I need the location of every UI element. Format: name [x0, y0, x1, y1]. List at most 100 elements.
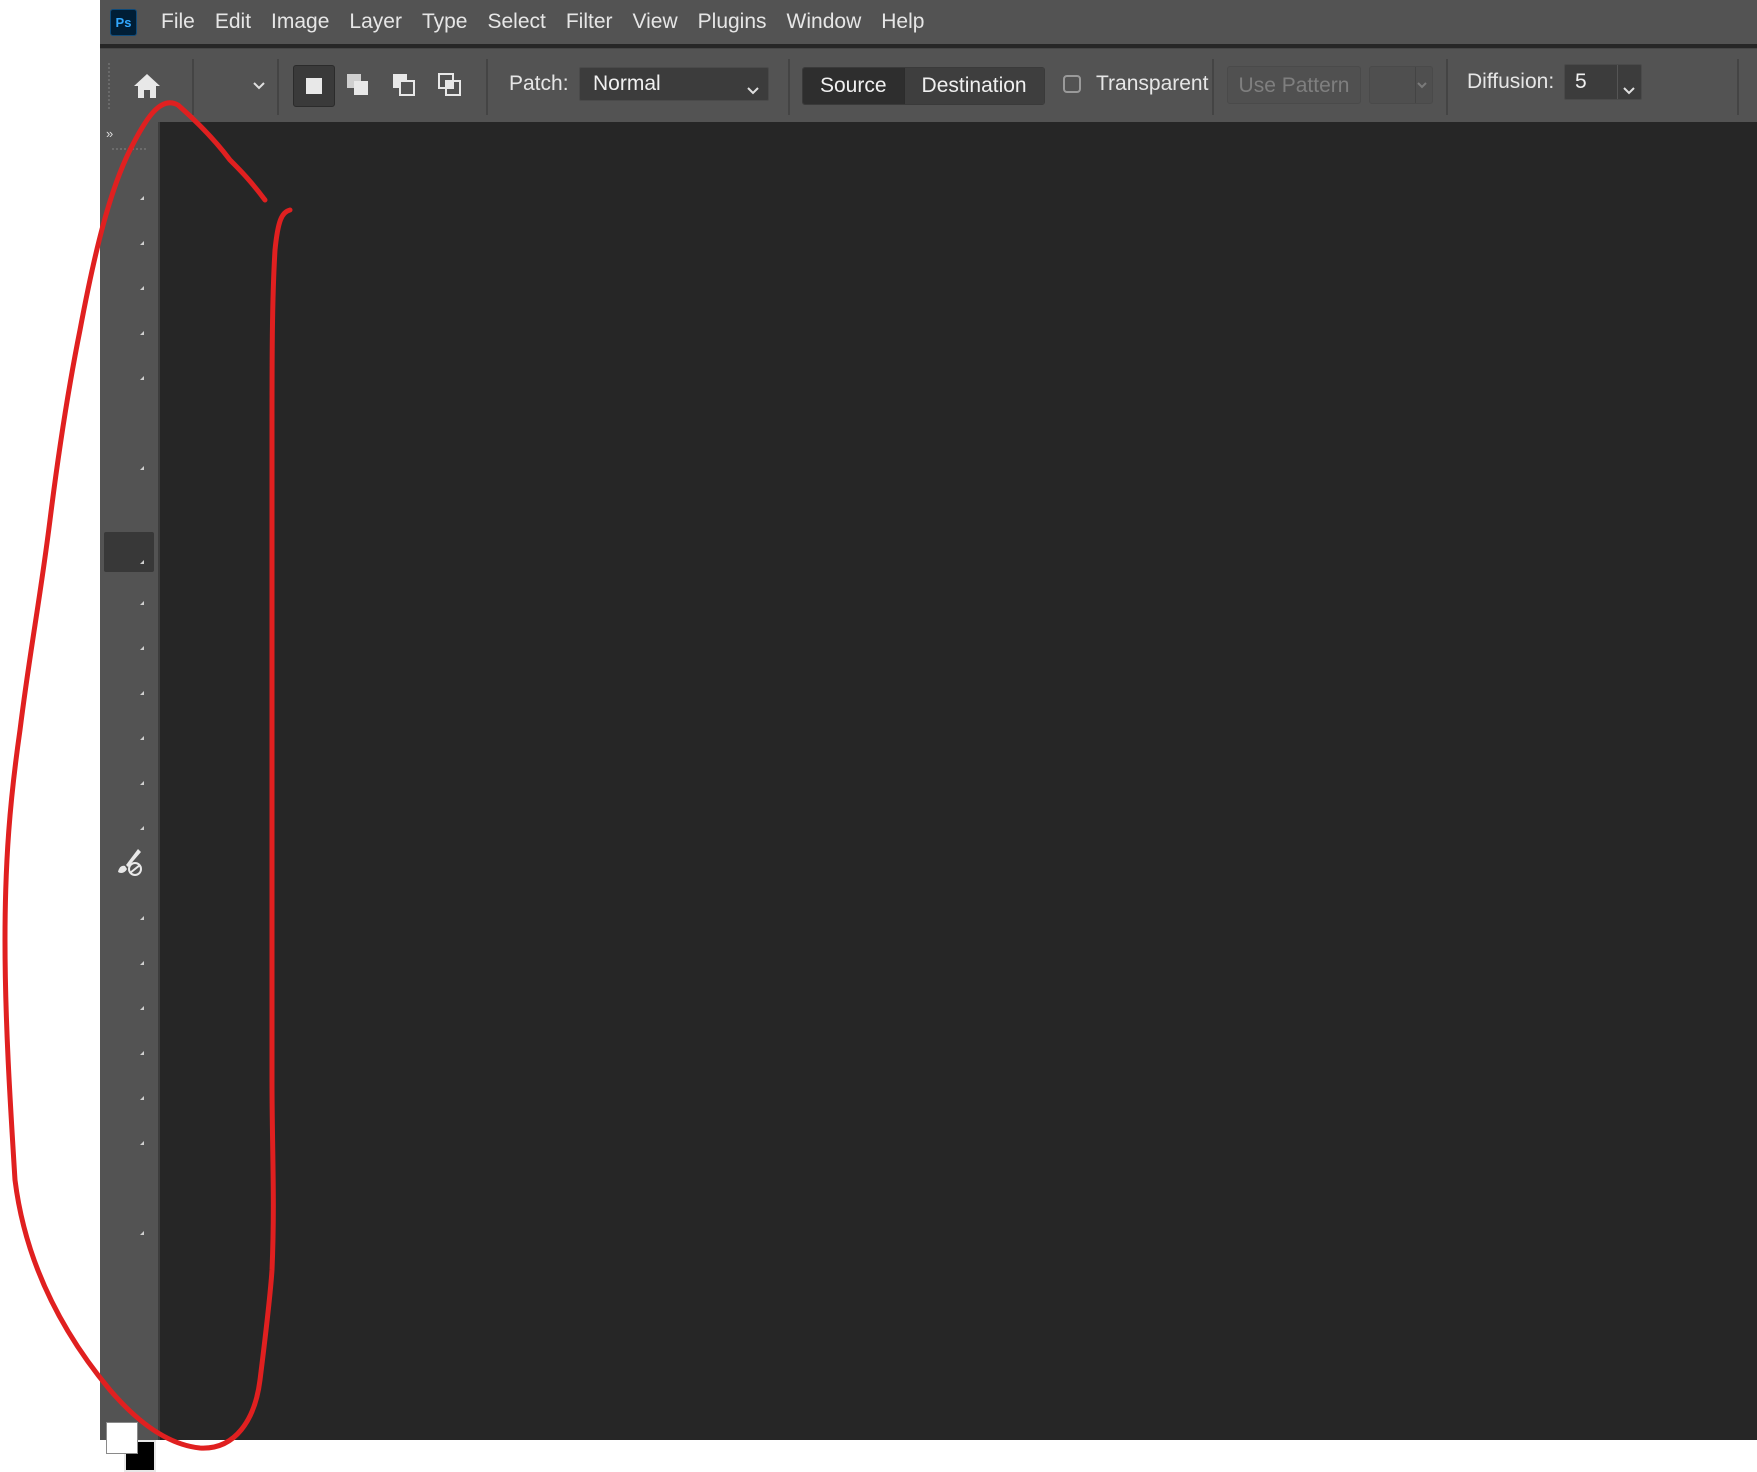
tool-slot[interactable] [104, 1023, 154, 1063]
separator [1446, 59, 1448, 115]
home-icon [134, 74, 160, 98]
menu-window[interactable]: Window [777, 0, 872, 44]
add-to-selection-icon [347, 74, 368, 95]
tool-group-indicator [140, 1141, 144, 1145]
tool-slot[interactable] [104, 708, 154, 748]
tool-preset-dropdown[interactable] [248, 75, 270, 97]
diffusion-input[interactable]: 5 [1564, 64, 1642, 100]
tool-slot[interactable] [104, 663, 154, 703]
tool-group-indicator [140, 601, 144, 605]
patch-mode-select[interactable]: Normal [579, 67, 769, 101]
menu-type[interactable]: Type [412, 0, 478, 44]
chevron-down-icon [1417, 82, 1427, 89]
menu-layer[interactable]: Layer [339, 0, 412, 44]
menu-edit[interactable]: Edit [205, 0, 261, 44]
transparent-label: Transparent [1096, 72, 1209, 95]
color-swatches [106, 1422, 156, 1472]
separator [277, 59, 279, 115]
source-button[interactable]: Source [803, 68, 904, 104]
tool-group-indicator [140, 736, 144, 740]
separator [192, 59, 194, 115]
options-bar: Patch: Normal Source Destination Transpa… [100, 48, 1757, 123]
intersect-selection-icon [438, 73, 461, 96]
destination-button[interactable]: Destination [903, 68, 1044, 104]
tool-slot[interactable] [104, 1113, 154, 1153]
separator [1212, 59, 1214, 115]
tool-slot[interactable] [104, 933, 154, 973]
tool-slot[interactable] [104, 618, 154, 658]
chevron-down-icon [253, 82, 265, 90]
menu-file[interactable]: File [151, 0, 205, 44]
tool-group-indicator [140, 961, 144, 965]
separator [486, 59, 488, 115]
tool-slot[interactable] [104, 798, 154, 838]
use-pattern-button[interactable]: Use Pattern [1227, 66, 1361, 104]
tool-slot[interactable] [104, 348, 154, 388]
foreground-color-swatch[interactable] [106, 1422, 138, 1454]
transparent-checkbox[interactable] [1063, 75, 1081, 93]
tool-slot[interactable] [104, 888, 154, 928]
tool-slot[interactable] [104, 1068, 154, 1108]
tools-panel-grip[interactable] [112, 148, 146, 156]
tool-group-indicator [140, 331, 144, 335]
tool-group-indicator [140, 916, 144, 920]
photoshop-window: Ps File Edit Image Layer Type Select Fil… [100, 0, 1757, 1472]
tool-slot[interactable] [104, 438, 154, 478]
tool-slot[interactable] [104, 1158, 154, 1198]
subtract-from-selection-button[interactable] [384, 65, 424, 105]
add-to-selection-button[interactable] [338, 65, 378, 105]
menu-image[interactable]: Image [261, 0, 339, 44]
tool-group-indicator [140, 781, 144, 785]
patch-label: Patch: [509, 72, 569, 95]
options-bar-grip[interactable] [108, 63, 114, 109]
tool-group-indicator [140, 196, 144, 200]
brush-tool-button[interactable] [104, 842, 154, 882]
tool-group-indicator [140, 646, 144, 650]
tool-group-indicator [140, 1231, 144, 1235]
source-destination-toggle: Source Destination [802, 67, 1045, 105]
tool-slot[interactable] [104, 258, 154, 298]
diffusion-value: 5 [1575, 70, 1587, 93]
tool-group-indicator [140, 691, 144, 695]
tool-slot[interactable] [104, 978, 154, 1018]
new-selection-icon [306, 78, 322, 94]
tool-slot[interactable] [104, 303, 154, 343]
menu-view[interactable]: View [623, 0, 688, 44]
tool-slot[interactable] [104, 213, 154, 253]
patch-mode-value: Normal [593, 72, 661, 95]
chevron-down-icon [747, 87, 759, 95]
menu-filter[interactable]: Filter [556, 0, 623, 44]
tool-slot[interactable] [104, 393, 154, 433]
diffusion-label: Diffusion: [1467, 70, 1555, 93]
canvas-area[interactable] [160, 122, 1757, 1440]
menu-help[interactable]: Help [871, 0, 934, 44]
tool-slot[interactable] [104, 1203, 154, 1243]
tool-slot[interactable] [104, 168, 154, 208]
photoshop-logo-icon: Ps [110, 8, 137, 36]
home-button[interactable] [130, 69, 164, 103]
tool-group-indicator [140, 1096, 144, 1100]
menu-plugins[interactable]: Plugins [688, 0, 777, 44]
tool-slot[interactable] [104, 753, 154, 793]
tool-group-indicator [140, 286, 144, 290]
tools-panel: » [100, 122, 160, 1472]
tool-group-indicator [140, 466, 144, 470]
chevron-down-icon [1623, 87, 1635, 95]
brush-icon [118, 849, 142, 876]
patch-tool-button[interactable] [104, 532, 154, 572]
menu-bar: Ps File Edit Image Layer Type Select Fil… [100, 0, 1757, 44]
tool-group-indicator [140, 1051, 144, 1055]
tool-group-indicator [140, 1006, 144, 1010]
tool-group-indicator [140, 376, 144, 380]
subtract-from-selection-icon [393, 74, 415, 96]
tool-group-indicator [140, 826, 144, 830]
tool-slot[interactable] [104, 483, 154, 523]
menu-select[interactable]: Select [477, 0, 555, 44]
intersect-selection-button[interactable] [430, 65, 470, 105]
new-selection-button[interactable] [293, 65, 335, 107]
tool-group-indicator [140, 241, 144, 245]
collapse-panel-button[interactable]: » [106, 126, 113, 141]
pattern-picker[interactable] [1369, 66, 1433, 104]
tool-slot[interactable] [104, 573, 154, 613]
tool-group-indicator [140, 560, 144, 564]
